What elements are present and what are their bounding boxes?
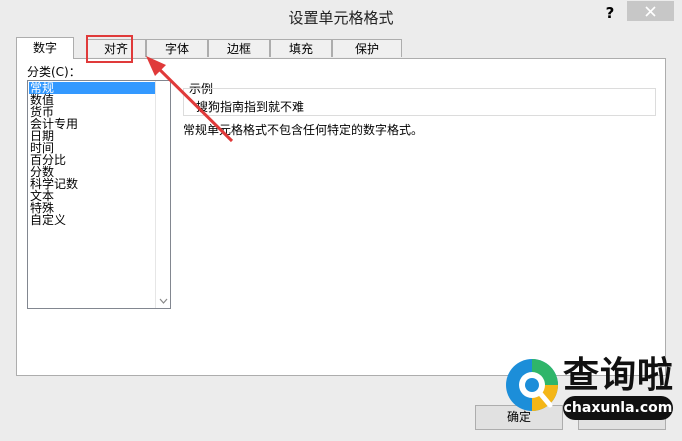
watermark-url: chaxunla.com bbox=[563, 396, 673, 420]
annotation-arrow-icon bbox=[146, 56, 234, 143]
category-item-custom[interactable]: 自定义 bbox=[29, 214, 155, 226]
close-button[interactable] bbox=[627, 1, 674, 21]
tab-number[interactable]: 数字 bbox=[16, 37, 74, 59]
dialog-title: 设置单元格格式 bbox=[288, 9, 394, 27]
annotation-highlight-box bbox=[86, 35, 133, 63]
chevron-down-icon[interactable] bbox=[159, 298, 168, 304]
watermark-title: 查询啦 bbox=[563, 355, 675, 396]
close-icon bbox=[645, 6, 656, 17]
tab-fill[interactable]: 填充 bbox=[270, 39, 332, 57]
help-button[interactable]: ? bbox=[603, 4, 617, 22]
tab-protection[interactable]: 保护 bbox=[332, 39, 402, 57]
number-tab-panel: 分类(C)： 常规 数值 货币 会计专用 日期 时间 百分比 分数 科学记数 文… bbox=[16, 58, 666, 376]
watermark-logo-icon bbox=[506, 359, 558, 411]
category-label: 分类(C)： bbox=[27, 65, 81, 79]
dialog-titlebar: 设置单元格格式 ? bbox=[0, 0, 682, 32]
